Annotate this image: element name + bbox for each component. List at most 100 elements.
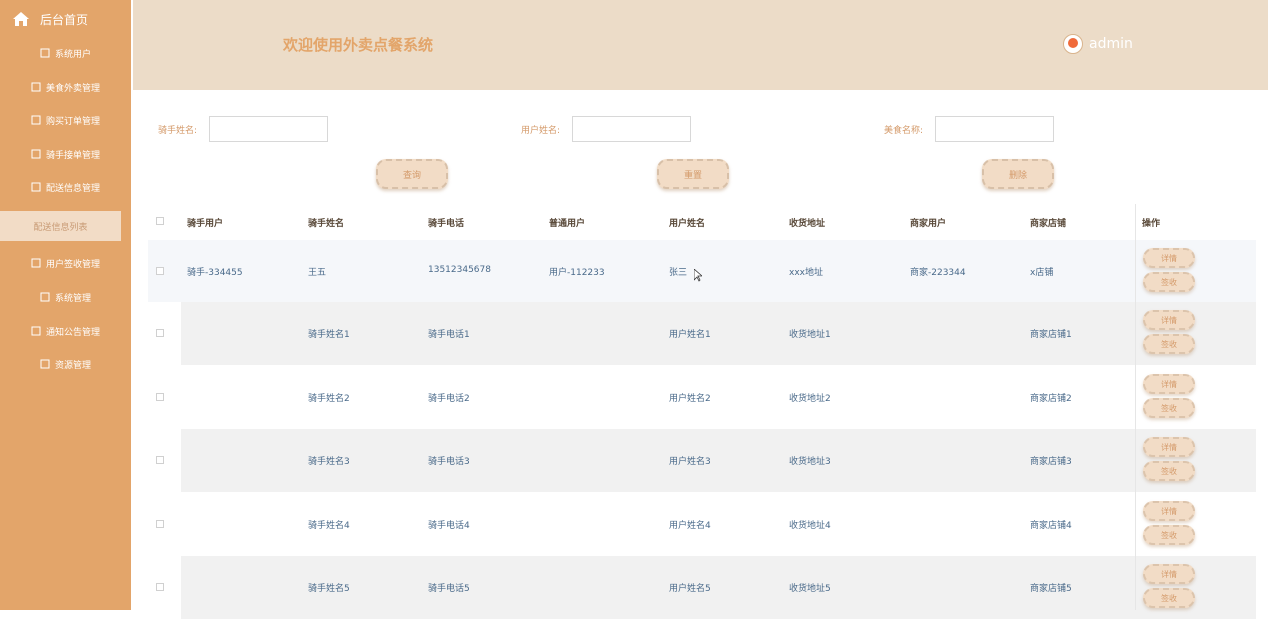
table-cell: 收货地址3 [789,457,831,467]
table-cell: 收货地址4 [789,521,831,531]
row-checkbox[interactable] [156,520,164,528]
row-gutter [148,429,181,492]
table-cell: 骑手电话1 [428,330,470,340]
sidebar-item-6[interactable]: 用户签收管理 [0,248,131,278]
table-cell: x店铺 [1030,268,1054,278]
table-cell: 骑手电话3 [428,457,470,467]
table-cell: 商家店铺2 [1030,394,1072,404]
sidebar-item-0[interactable]: 系统用户 [0,38,131,68]
sign-button[interactable]: 签收 [1143,461,1195,481]
table-cell: 张三 [669,268,688,278]
mouse-cursor-icon [694,269,702,282]
table-cell: 骑手姓名5 [308,584,350,594]
menu-item-icon [31,149,41,159]
column-header: 收货地址 [789,219,826,229]
sign-button[interactable]: 签收 [1143,398,1195,418]
detail-button[interactable]: 详情 [1143,374,1195,394]
sign-button[interactable]: 签收 [1143,272,1195,292]
table-cell: 收货地址1 [789,330,831,340]
table-cell: 骑手姓名1 [308,330,350,340]
column-divider [1135,204,1136,610]
row-checkbox[interactable] [156,329,164,337]
table-cell: 13512345678 [428,265,491,275]
sidebar-item-label: 通知公告管理 [45,327,100,338]
sidebar-item-label: 用户签收管理 [45,259,100,270]
sidebar-item-2[interactable]: 购买订单管理 [0,105,131,135]
delete-button[interactable]: 删除 [982,159,1054,189]
menu-item-icon [31,326,41,336]
header: 欢迎使用外卖点餐系统 admin [133,0,1268,90]
reset-button[interactable]: 重置 [657,159,729,189]
row-checkbox[interactable] [156,583,164,591]
sidebar-item-7[interactable]: 系统管理 [0,282,131,312]
food-name-input[interactable] [935,116,1055,142]
table-row: 骑手姓名2 骑手电话2 用户姓名2 收货地址2 商家店铺2 详情 签收 [148,366,1256,429]
detail-button[interactable]: 详情 [1143,501,1195,521]
sidebar-item-3[interactable]: 骑手接单管理 [0,139,131,169]
sidebar-brand[interactable]: 后台首页 [12,8,88,30]
search-food-name: 美食名称: [884,116,1055,142]
query-button[interactable]: 查询 [376,159,448,189]
menu-item-icon [40,48,50,58]
table-row: 骑手姓名4 骑手电话4 用户姓名4 收货地址4 商家店铺4 详情 签收 [148,493,1256,556]
sidebar-item-label: 骑手接单管理 [45,150,100,161]
table-cell: 用户姓名3 [669,457,711,467]
table-cell: 王五 [308,268,327,278]
table-cell: 用户姓名4 [669,521,711,531]
table-cell: 骑手电话4 [428,521,470,531]
table-row: 骑手姓名1 骑手电话1 用户姓名1 收货地址1 商家店铺1 详情签收 [148,302,1256,365]
username: admin [1089,36,1133,52]
detail-button[interactable]: 详情 [1143,310,1195,330]
sidebar-item-1[interactable]: 美食外卖管理 [0,72,131,102]
table-cell: 收货地址2 [789,394,831,404]
column-header: 操作 [1142,219,1161,229]
sidebar-item-label: 购买订单管理 [45,116,100,127]
row-checkbox[interactable] [156,267,164,275]
home-icon [13,12,29,26]
detail-button[interactable]: 详情 [1143,248,1195,268]
sidebar-item-label: 美食外卖管理 [45,83,100,94]
menu-item-icon [31,182,41,192]
table-cell: 骑手姓名2 [308,394,350,404]
detail-button[interactable]: 详情 [1143,564,1195,584]
table-cell: 商家店铺1 [1030,330,1072,340]
column-header: 普通用户 [549,219,586,229]
avatar [1063,34,1083,54]
table-cell: 骑手姓名4 [308,521,350,531]
sidebar-item-label: 配送信息管理 [45,183,100,194]
search-rider-name: 骑手姓名: [158,116,329,142]
column-header: 骑手电话 [428,219,465,229]
table-cell: xxx地址 [789,268,823,278]
menu-item-icon [40,359,50,369]
sign-button[interactable]: 签收 [1143,588,1195,608]
table-cell: 商家-223344 [910,268,966,278]
select-all-checkbox[interactable] [156,217,164,225]
sign-button[interactable]: 签收 [1143,525,1195,545]
table-cell: 用户-112233 [549,268,605,278]
table-cell: 用户姓名5 [669,584,711,594]
column-header: 骑手姓名 [308,219,345,229]
column-header: 用户姓名 [669,219,706,229]
rider-name-label: 骑手姓名: [158,125,198,136]
table-cell: 骑手-334455 [187,268,243,278]
table-row: 骑手-334455 王五 13512345678 用户-112233 张三 xxx地址 商家… [148,240,1256,303]
sidebar-item-4[interactable]: 配送信息管理 [0,172,131,202]
sidebar-item-9[interactable]: 资源管理 [0,349,131,379]
table-cell: 骑手电话5 [428,584,470,594]
sidebar: 后台首页 系统用户美食外卖管理 购买订单管理 骑手接单管理 配送信息管理配送信息列表用… [0,0,131,610]
table-cell: 用户姓名2 [669,394,711,404]
row-checkbox[interactable] [156,393,164,401]
rider-name-input[interactable] [209,116,329,142]
row-checkbox[interactable] [156,456,164,464]
table-cell: 用户姓名1 [669,330,711,340]
user-name-input[interactable] [572,116,692,142]
table-cell: 商家店铺3 [1030,457,1072,467]
sidebar-item-5[interactable]: 配送信息列表 [0,211,121,241]
sign-button[interactable]: 签收 [1143,334,1195,354]
table-cell: 收货地址5 [789,584,831,594]
detail-button[interactable]: 详情 [1143,437,1195,457]
user-menu[interactable]: admin [1063,34,1133,54]
menu-item-icon [40,292,50,302]
sidebar-item-label: 配送信息列表 [33,222,88,233]
sidebar-item-8[interactable]: 通知公告管理 [0,316,131,346]
